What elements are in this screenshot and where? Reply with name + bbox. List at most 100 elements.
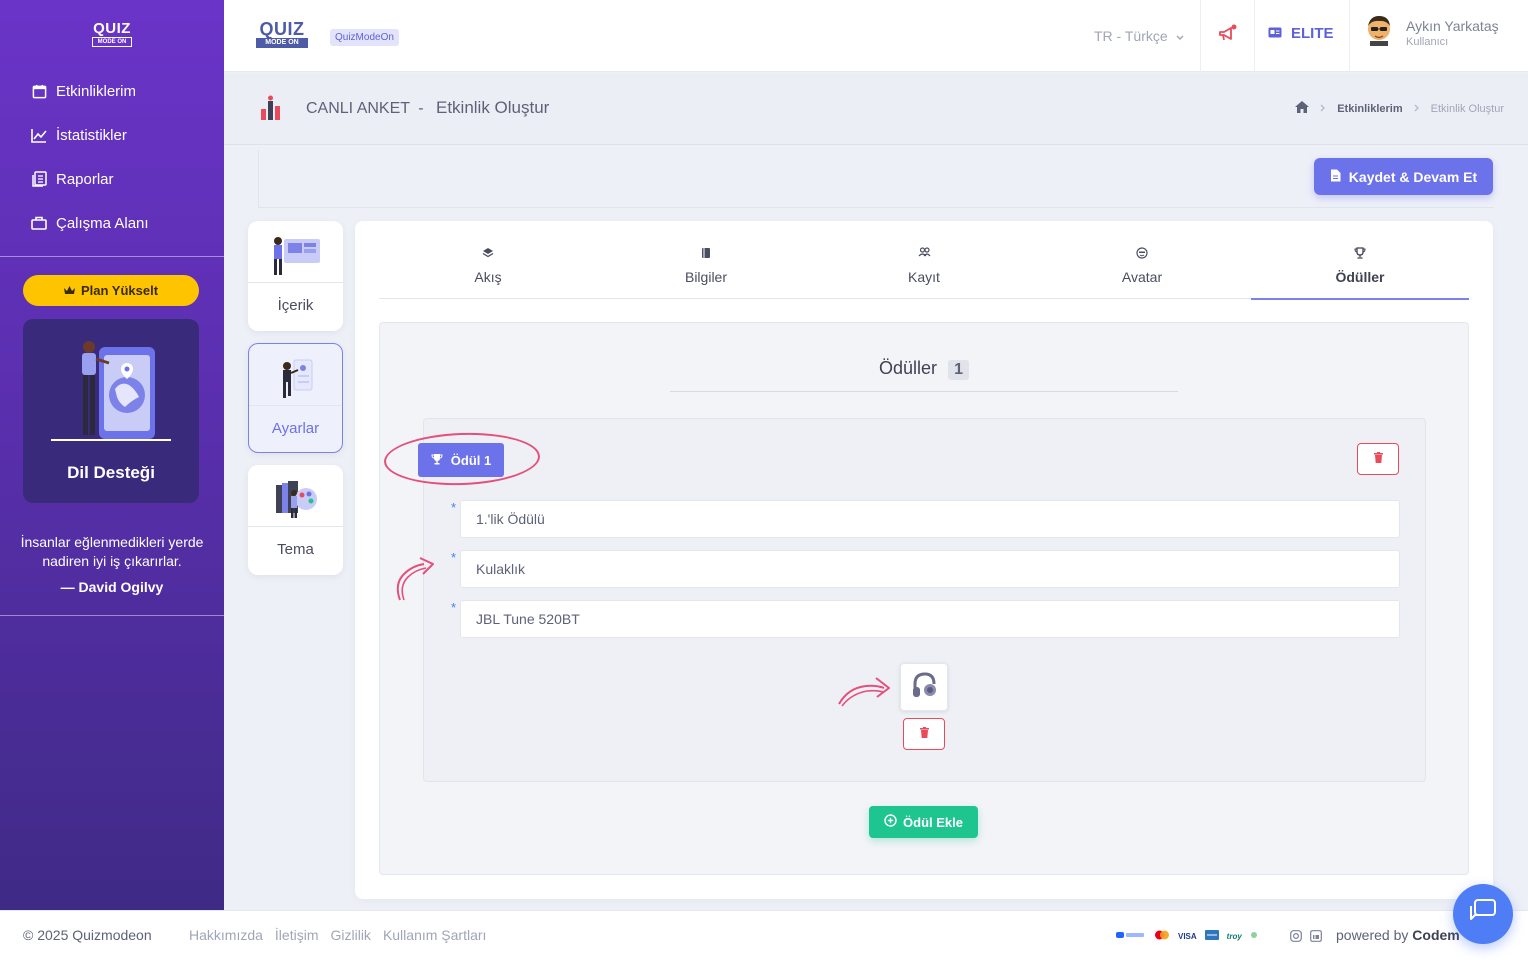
step-tema[interactable]: Tema: [248, 465, 343, 575]
field-value: JBL Tune 520BT: [476, 611, 580, 627]
rewards-heading: Ödüller 1: [380, 358, 1468, 380]
action-bar: [258, 150, 1494, 208]
sidebar-item-raporlar[interactable]: Raporlar: [0, 157, 224, 201]
footer-link-gizlilik[interactable]: Gizlilik: [330, 927, 370, 943]
copyright: © 2025 Quizmodeon: [23, 927, 152, 943]
header-separator: [1349, 0, 1350, 72]
sidebar-item-etkinliklerim[interactable]: Etkinliklerim: [0, 69, 224, 113]
add-reward-button[interactable]: Ödül Ekle: [869, 806, 978, 838]
payment-logos: VISA troy: [1116, 930, 1258, 942]
theme-illustration: [248, 473, 343, 525]
tab-akis[interactable]: Akış: [379, 243, 597, 298]
headphones-icon: [908, 669, 940, 706]
promo-card: Dil Desteği: [23, 319, 199, 503]
language-label: TR - Türkçe: [1094, 28, 1168, 44]
step-icerik[interactable]: İçerik: [248, 221, 343, 331]
tab-label: Akış: [474, 269, 502, 285]
breadcrumb-current: Etkinlik Oluştur: [1430, 102, 1504, 115]
title-separator: -: [418, 100, 424, 117]
id-card-icon: [1268, 25, 1282, 42]
powered-by: powered by Codem: [1336, 927, 1460, 943]
linkedin-icon[interactable]: [1310, 929, 1322, 945]
megaphone-icon[interactable]: [1218, 24, 1238, 44]
footer-link-iletisim[interactable]: İletişim: [275, 927, 319, 943]
step-label: İçerik: [277, 297, 314, 314]
trash-icon: [1373, 450, 1383, 468]
tab-label: Bilgiler: [684, 269, 727, 285]
social-links: [1290, 929, 1322, 945]
user-menu[interactable]: Aykın Yarkataş Kullanıcı: [1364, 14, 1499, 51]
document-icon: [1330, 169, 1341, 185]
tab-bilgiler[interactable]: Bilgiler: [597, 243, 815, 298]
reward-badge-label: Ödül 1: [450, 452, 492, 468]
small-logo-icon: [1250, 930, 1258, 942]
upgrade-plan-button[interactable]: Plan Yükselt: [23, 275, 199, 306]
avatar: [1364, 14, 1394, 51]
reward-name-field[interactable]: Kulaklık: [460, 550, 1400, 588]
promo-title: Dil Desteği: [67, 463, 155, 482]
save-continue-button[interactable]: Kaydet & Devam Et: [1314, 158, 1493, 195]
mastercard-icon: [1154, 930, 1170, 942]
content-illustration: [248, 229, 343, 281]
powered-brand[interactable]: Codem: [1412, 927, 1459, 943]
rewards-title: Ödüller: [879, 358, 938, 378]
delete-image-button[interactable]: [903, 718, 945, 750]
chevron-down-icon: [1172, 28, 1184, 44]
reward-description-field[interactable]: JBL Tune 520BT: [460, 600, 1400, 638]
upgrade-plan-label: Plan Yükselt: [80, 283, 159, 298]
logo-subtext: MODE ON: [256, 38, 308, 48]
sidebar-item-label: Etkinliklerim: [56, 82, 137, 100]
step-label: Ayarlar: [271, 420, 320, 437]
header-logo[interactable]: QUIZ MODE ON: [256, 20, 308, 48]
trophy-icon: [431, 453, 443, 468]
divider: [0, 615, 224, 616]
chat-button[interactable]: [1453, 884, 1513, 944]
logo-text: QUIZ: [259, 19, 305, 39]
sidebar-item-calisma-alani[interactable]: Çalışma Alanı: [0, 201, 224, 245]
reward-title-field[interactable]: 1.'lik Ödülü: [460, 500, 1400, 538]
sidebar-nav: Etkinliklerim İstatistikler Raporlar Çal…: [0, 69, 224, 245]
calendar-icon: [30, 82, 48, 100]
tab-avatar[interactable]: Avatar: [1033, 243, 1251, 298]
divider: [0, 256, 224, 257]
sidebar-item-label: Raporlar: [56, 170, 114, 188]
step-ayarlar[interactable]: Ayarlar: [248, 343, 343, 453]
divider: [248, 282, 343, 283]
language-select[interactable]: TR - Türkçe: [1094, 28, 1184, 44]
tab-label: Kayıt: [908, 269, 940, 285]
iyzico-logo-icon: [1116, 930, 1146, 942]
plus-circle-icon: [884, 814, 897, 830]
divider: [670, 391, 1178, 392]
tab-oduller[interactable]: Ödüller: [1251, 243, 1469, 300]
instagram-icon[interactable]: [1290, 929, 1302, 945]
page-subtitle: Etkinlik Oluştur: [435, 98, 550, 117]
plan-badge[interactable]: ELITE: [1268, 25, 1334, 42]
divider: [248, 526, 343, 527]
annotation-arrow-icon: [838, 677, 890, 707]
delete-reward-button[interactable]: [1357, 443, 1399, 475]
breadcrumb-link[interactable]: Etkinliklerim: [1337, 103, 1402, 115]
brand-tag: QuizModeOn: [330, 29, 399, 46]
reward-badge[interactable]: Ödül 1: [418, 443, 504, 477]
breadcrumb: Etkinliklerim Etkinlik Oluştur: [1295, 101, 1504, 116]
settings-illustration: [249, 352, 342, 404]
divider: [249, 405, 342, 406]
poll-icon: [260, 95, 286, 126]
sidebar-logo[interactable]: QUIZ MODE ON: [92, 20, 132, 47]
footer-link-kullanim-sartlari[interactable]: Kullanım Şartları: [383, 927, 486, 943]
chevron-right-icon: [1320, 103, 1326, 115]
annotation-arrow-icon: [396, 557, 434, 601]
logo-subtext: MODE ON: [92, 37, 132, 47]
smile-icon: [1033, 247, 1251, 263]
footer-link-hakkimizda[interactable]: Hakkımızda: [189, 927, 263, 943]
home-icon[interactable]: [1295, 101, 1310, 116]
trophy-icon: [1251, 247, 1469, 263]
tab-kayit[interactable]: Kayıt: [815, 243, 1033, 298]
visa-logo: VISA: [1178, 931, 1197, 941]
reward-image-thumbnail[interactable]: [900, 663, 948, 711]
sidebar-item-label: Çalışma Alanı: [56, 214, 149, 232]
rewards-section: Ödüller 1: [379, 322, 1469, 875]
page-title: CANLI ANKET - Etkinlik Oluştur: [306, 98, 549, 118]
logo-text: QUIZ: [93, 20, 131, 37]
sidebar-item-istatistikler[interactable]: İstatistikler: [0, 113, 224, 157]
